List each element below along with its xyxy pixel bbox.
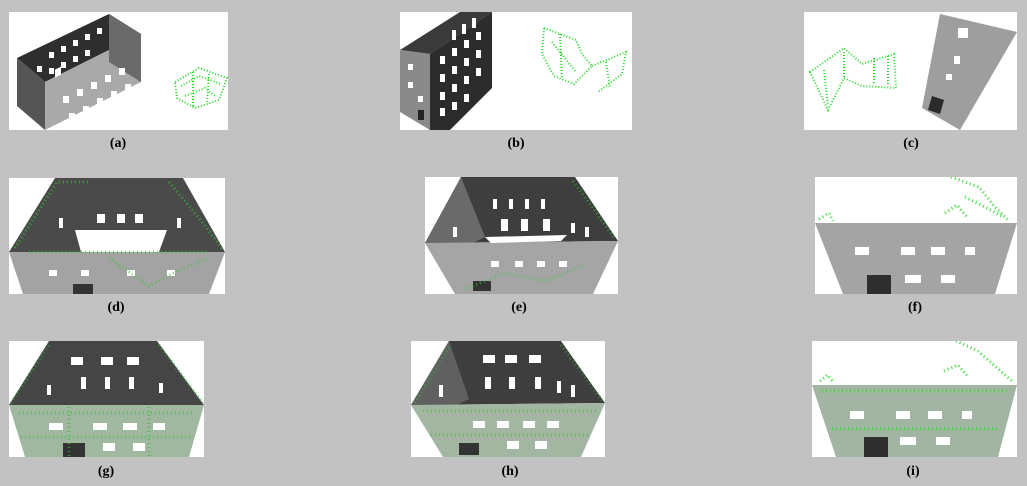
building-render-i [812, 341, 1017, 457]
building-render-a [17, 14, 228, 130]
building-render-b [400, 12, 628, 130]
caption-d: (d) [107, 300, 125, 315]
panel-h [411, 341, 605, 457]
caption-b: (b) [507, 136, 525, 151]
building-render-h [411, 341, 605, 457]
building-render-c [808, 14, 1017, 130]
caption-a: (a) [109, 136, 127, 151]
panel-d [9, 178, 225, 294]
building-render-d [9, 178, 225, 294]
panel-f [815, 177, 1017, 294]
panel-b [400, 12, 632, 130]
caption-f: (f) [908, 300, 922, 315]
caption-g: (g) [97, 464, 115, 479]
panel-i [812, 341, 1017, 457]
panel-g [9, 341, 204, 457]
building-render-e [425, 177, 618, 294]
panel-a [9, 12, 228, 130]
panel-c [804, 12, 1017, 130]
caption-i: (i) [906, 464, 920, 479]
panel-e [425, 177, 618, 294]
caption-c: (c) [903, 136, 919, 151]
caption-h: (h) [501, 464, 519, 479]
building-render-f [815, 177, 1017, 294]
caption-e: (e) [511, 300, 527, 315]
building-render-g [9, 341, 204, 457]
